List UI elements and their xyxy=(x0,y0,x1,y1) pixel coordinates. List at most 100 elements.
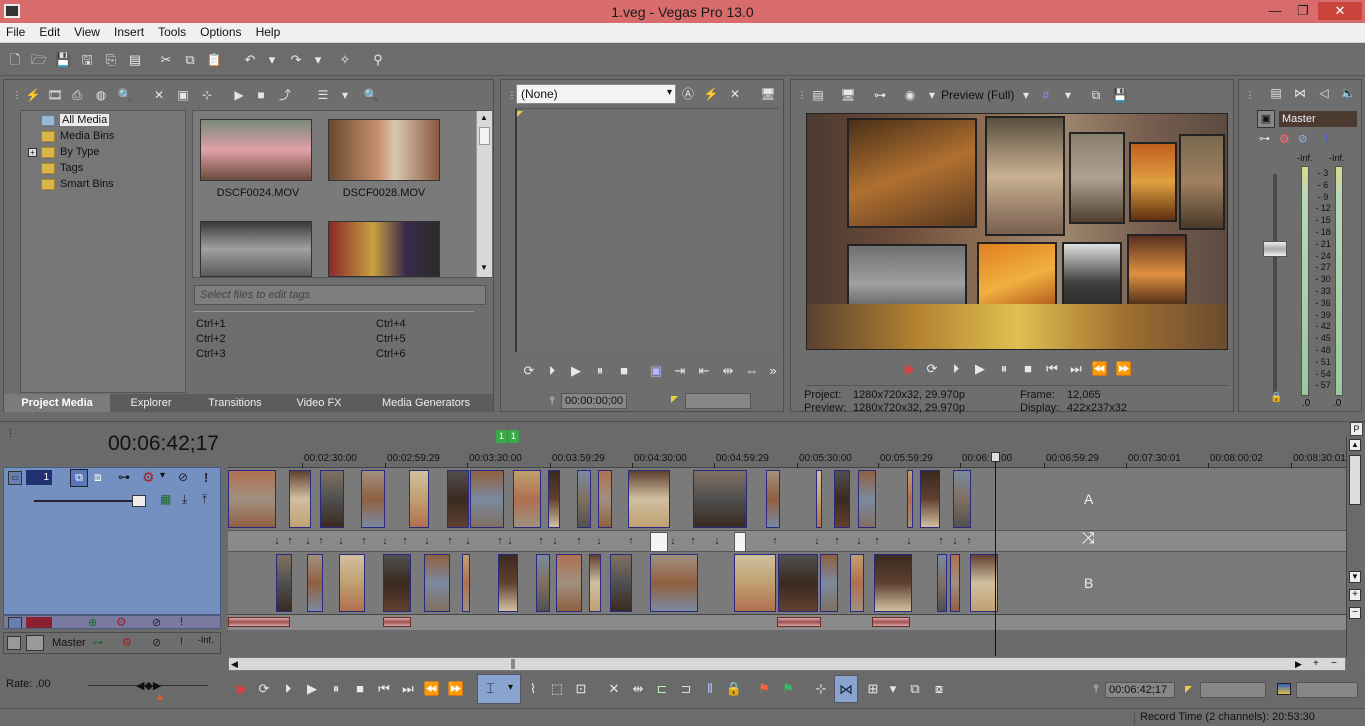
video-event-track-a[interactable] xyxy=(548,470,560,528)
zoom-in-icon[interactable]: + xyxy=(1349,589,1361,601)
track-move-down-icon[interactable]: ⤓ xyxy=(182,492,187,507)
video-event-track-b[interactable] xyxy=(307,554,323,612)
preview-properties-icon[interactable]: ▤ xyxy=(809,86,827,104)
grid-icon[interactable]: # xyxy=(1037,86,1055,104)
audio-pan-icon[interactable]: ⊕ xyxy=(88,616,97,628)
selection-length-field[interactable] xyxy=(1296,682,1358,698)
video-event-track-a[interactable] xyxy=(447,470,469,528)
video-event-track-a[interactable] xyxy=(320,470,344,528)
speaker-icon[interactable]: 🔈 xyxy=(1339,84,1357,102)
insert-region-icon[interactable]: ⚑ xyxy=(779,680,797,698)
video-event-track-a[interactable] xyxy=(693,470,747,528)
edit-tool-dropdown-icon[interactable]: ▾ xyxy=(508,682,513,693)
overlay-dropdown-icon[interactable]: ▾ xyxy=(923,86,941,104)
menu-tools[interactable]: Tools xyxy=(152,23,191,39)
video-event-track-a[interactable] xyxy=(409,470,429,528)
tree-item-media-bins[interactable]: Media Bins xyxy=(41,128,114,144)
master-fx-icon[interactable] xyxy=(26,635,44,651)
video-event-track-b[interactable] xyxy=(536,554,550,612)
lock-icon[interactable]: 🔒 xyxy=(725,680,743,698)
trimmer-fill-icon[interactable]: ⇔ xyxy=(743,362,761,380)
auto-preview-play-icon[interactable]: ▶ xyxy=(230,86,248,104)
pause-icon[interactable]: ⏸ xyxy=(327,680,345,698)
trimmer-monitor-icon[interactable]: 🖥 xyxy=(759,85,777,103)
track-minimize-icon[interactable] xyxy=(8,617,22,628)
undo-icon[interactable]: ↶ xyxy=(242,52,258,68)
cursor-timecode-field[interactable]: 00:06:42;17 xyxy=(1105,682,1175,698)
video-event-track-a[interactable] xyxy=(953,470,971,528)
trimmer-overwrite-icon[interactable]: ⇤ xyxy=(695,362,713,380)
insert-marker-icon[interactable]: ⚑ xyxy=(755,680,773,698)
lock-envelopes-icon[interactable]: ⧉ xyxy=(906,680,924,698)
video-event-track-b[interactable] xyxy=(874,554,912,612)
views-icon[interactable]: ☰ xyxy=(314,86,332,104)
video-event-track-a[interactable] xyxy=(920,470,940,528)
capture-video-icon[interactable]: 🎞 xyxy=(46,86,64,104)
maximize-button[interactable]: ❐ xyxy=(1290,2,1316,20)
record-icon[interactable]: ◉ xyxy=(899,360,917,378)
trimmer-insert-icon[interactable]: ⇥ xyxy=(671,362,689,380)
solo-icon[interactable]: ! xyxy=(1325,132,1328,146)
split-screen-icon[interactable]: ⊶ xyxy=(871,86,889,104)
paste-icon[interactable]: 📋 xyxy=(206,52,222,68)
level-slider-track[interactable] xyxy=(34,500,144,502)
save-snapshot-icon[interactable]: 💾 xyxy=(1111,86,1129,104)
video-event-track-a[interactable] xyxy=(513,470,541,528)
video-event-track-b[interactable] xyxy=(650,554,698,612)
undo-dropdown-icon[interactable]: ▾ xyxy=(264,52,280,68)
video-event-track-b[interactable] xyxy=(556,554,582,612)
video-event-track-a[interactable] xyxy=(766,470,780,528)
menu-view[interactable]: View xyxy=(68,23,105,39)
media-properties-icon[interactable]: ▣ xyxy=(174,86,192,104)
stop-icon[interactable]: ■ xyxy=(1019,360,1037,378)
video-event-track-b[interactable] xyxy=(950,554,960,612)
trimmer-fit-icon[interactable]: ⇹ xyxy=(719,362,737,380)
import-media-icon[interactable]: ⚡ xyxy=(24,86,42,104)
playhead[interactable] xyxy=(995,454,996,656)
menu-help[interactable]: Help xyxy=(250,23,286,39)
master-bypass-icon[interactable]: ⚙ xyxy=(122,636,132,649)
audio-event[interactable] xyxy=(872,617,910,627)
audio-event[interactable] xyxy=(777,617,821,627)
menu-options[interactable]: Options xyxy=(194,23,246,39)
scroll-down-icon[interactable]: ▼ xyxy=(1349,571,1361,583)
video-event-track-a[interactable] xyxy=(289,470,311,528)
redo-dropdown-icon[interactable]: ▾ xyxy=(310,52,326,68)
audio-mute-icon[interactable]: ⊘ xyxy=(152,616,161,628)
master-fx-icon[interactable]: ▣ xyxy=(1257,110,1275,128)
video-event-track-a[interactable] xyxy=(858,470,876,528)
next-frame-icon[interactable]: ⏩ xyxy=(447,680,465,698)
trimmer-select-icon[interactable]: ▣ xyxy=(647,362,665,380)
media-thumbnail[interactable] xyxy=(328,221,440,277)
cut-icon[interactable]: ✂ xyxy=(158,52,174,68)
video-event-track-a[interactable] xyxy=(470,470,504,528)
track-minimize-icon[interactable]: ▭ xyxy=(8,471,22,485)
redo-icon[interactable]: ↷ xyxy=(288,52,304,68)
properties-icon[interactable]: ▤ xyxy=(127,52,143,68)
video-event-track-a[interactable] xyxy=(577,470,591,528)
master-solo-icon[interactable]: ! xyxy=(180,636,183,648)
video-event-track-b[interactable] xyxy=(498,554,518,612)
lock-icon[interactable]: 🔒 xyxy=(1270,392,1282,403)
master-fader-knob[interactable] xyxy=(1263,241,1287,257)
track-minimize-icon[interactable] xyxy=(7,636,21,650)
track-move-up-icon[interactable]: ⤒ xyxy=(202,492,207,507)
timeline-hscrollbar[interactable]: ◀ ▶ + − xyxy=(228,657,1346,671)
tab-media-generators[interactable]: Media Generators xyxy=(360,394,492,412)
web-media-icon[interactable]: ◍ xyxy=(92,86,110,104)
video-event-track-a[interactable] xyxy=(361,470,385,528)
external-monitor-icon[interactable]: 🖥 xyxy=(839,86,857,104)
audio-track-header[interactable]: ⊕ ⚙ ⊘ ! xyxy=(3,615,221,629)
minimize-button[interactable]: — xyxy=(1262,2,1288,20)
playhead-handle[interactable] xyxy=(991,452,1000,462)
go-to-end-icon[interactable]: ⏭ xyxy=(1067,360,1085,378)
video-event-track-a[interactable] xyxy=(598,470,612,528)
next-frame-icon[interactable]: ⏩ xyxy=(1115,360,1133,378)
audio-event[interactable] xyxy=(228,617,290,627)
trimmer-viewport[interactable] xyxy=(515,108,779,352)
media-thumbnail[interactable] xyxy=(200,119,312,181)
new-icon[interactable]: 🗋 xyxy=(7,52,23,68)
video-event-track-b[interactable] xyxy=(937,554,947,612)
motion-icon[interactable]: ⊶ xyxy=(118,470,130,484)
audio-event[interactable] xyxy=(383,617,411,627)
